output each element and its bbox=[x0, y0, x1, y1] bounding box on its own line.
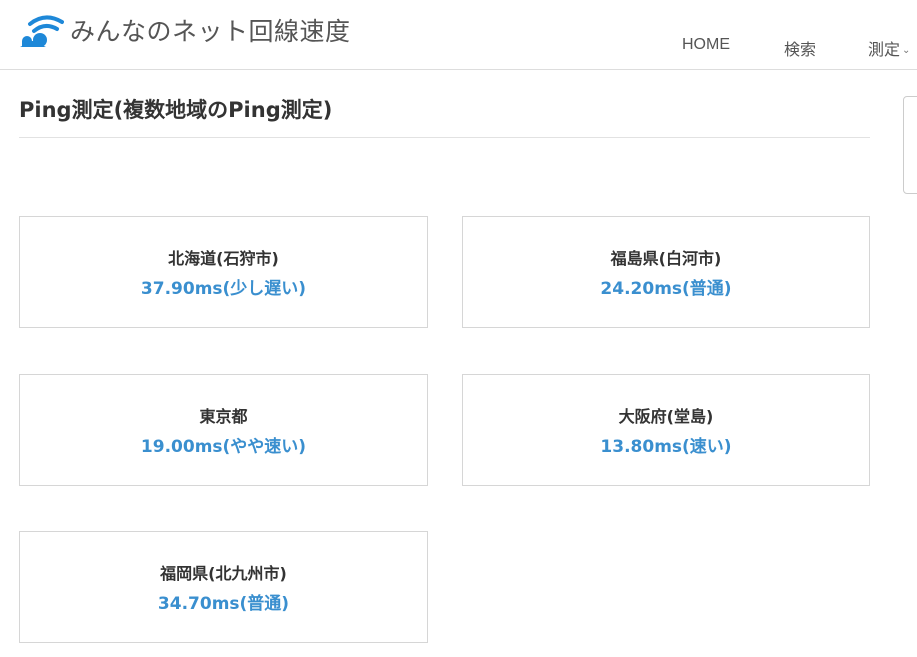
ping-result: 34.70ms(普通) bbox=[157, 594, 290, 614]
region-name: 東京都 bbox=[199, 407, 248, 426]
title-divider bbox=[19, 137, 870, 138]
ping-result-card: 福岡県(北九州市) 34.70ms(普通) bbox=[19, 531, 428, 643]
ping-result-card: 大阪府(堂島) 13.80ms(速い) bbox=[462, 374, 870, 486]
ping-result-card: 東京都 19.00ms(やや速い) bbox=[19, 374, 428, 486]
ping-result: 24.20ms(普通) bbox=[600, 279, 732, 299]
ping-result-card: 福島県(白河市) 24.20ms(普通) bbox=[462, 216, 870, 328]
region-name: 大阪府(堂島) bbox=[618, 407, 714, 426]
ping-result: 13.80ms(速い) bbox=[600, 437, 732, 457]
sidebar-widget bbox=[903, 96, 917, 194]
ping-result-card: 北海道(石狩市) 37.90ms(少し遅い) bbox=[19, 216, 428, 328]
site-header: みんなのネット回線速度 HOME 検索 測定 ⌄ bbox=[0, 0, 917, 70]
chevron-down-icon: ⌄ bbox=[902, 45, 911, 56]
region-name: 福岡県(北九州市) bbox=[160, 564, 287, 583]
nav-measure-label: 測定 bbox=[868, 42, 901, 59]
region-name: 福島県(白河市) bbox=[610, 249, 722, 268]
page-title: Ping測定(複数地域のPing測定) bbox=[19, 98, 333, 122]
ping-result: 37.90ms(少し遅い) bbox=[140, 279, 307, 299]
region-name: 北海道(石狩市) bbox=[168, 249, 279, 268]
main-nav: HOME 検索 測定 ⌄ bbox=[0, 36, 917, 60]
nav-measure[interactable]: 測定 ⌄ bbox=[868, 36, 910, 60]
nav-search[interactable]: 検索 bbox=[784, 36, 816, 60]
ping-result: 19.00ms(やや速い) bbox=[140, 437, 307, 457]
nav-home[interactable]: HOME bbox=[682, 36, 730, 54]
